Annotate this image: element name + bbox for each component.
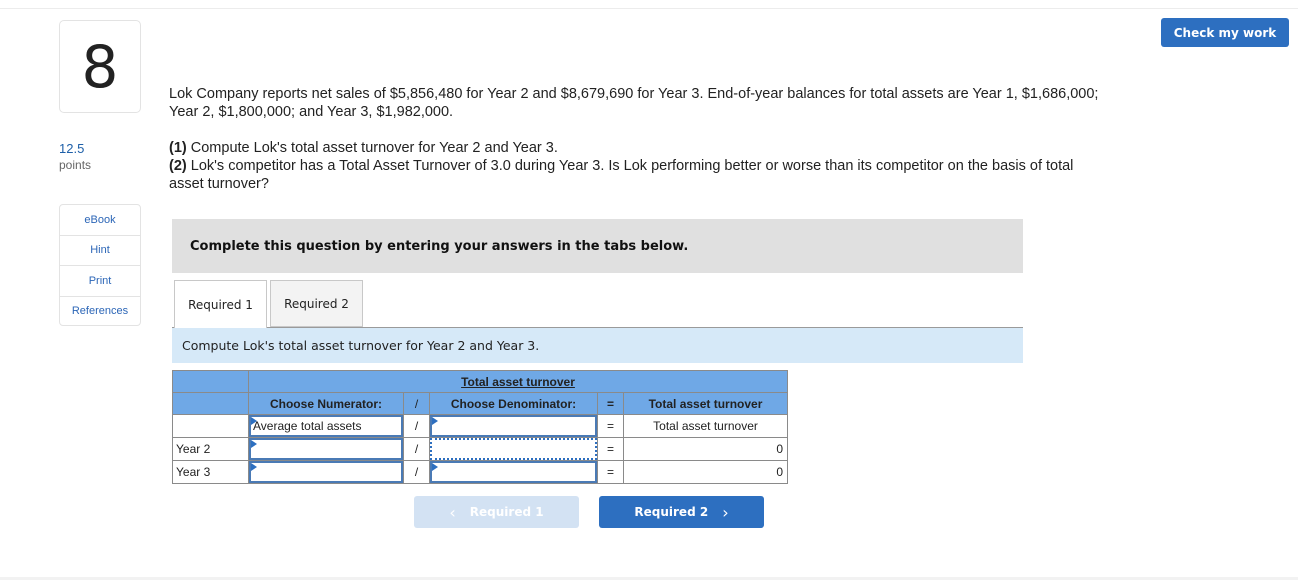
equals-sign: = — [597, 437, 624, 461]
result-header: Total asset turnover — [623, 392, 788, 415]
numerator-header: Choose Numerator: — [248, 392, 404, 415]
numerator-input-year-2[interactable] — [249, 438, 403, 460]
divide-sign: / — [403, 460, 430, 484]
dropdown-flag-icon — [251, 440, 257, 448]
previous-required-button[interactable]: ‹ Required 1 — [414, 496, 579, 528]
problem-statement: Lok Company reports net sales of $5,856,… — [169, 85, 1109, 193]
denominator-input-year-2[interactable] — [430, 438, 597, 460]
references-label: References — [71, 304, 129, 317]
equals-sign: = — [597, 460, 624, 484]
resource-links: eBook Hint Print References — [59, 204, 141, 326]
part-2-text: Lok's competitor has a Total Asset Turno… — [169, 158, 1074, 192]
numerator-value: Average total assets — [253, 419, 362, 433]
points-label: points — [59, 158, 92, 172]
part-2-label: (2) — [169, 158, 187, 174]
denominator-select[interactable] — [430, 415, 597, 437]
requirement-description: Compute Lok's total asset turnover for Y… — [172, 328, 1023, 363]
dropdown-flag-icon — [251, 463, 257, 471]
divide-header: / — [403, 392, 430, 415]
table-title: Total asset turnover — [248, 370, 788, 393]
dropdown-flag-icon — [251, 417, 257, 425]
tab-required-1[interactable]: Required 1 — [174, 280, 267, 328]
instructions-text: Complete this question by entering your … — [190, 238, 689, 254]
dropdown-flag-icon — [432, 417, 438, 425]
print-label: Print — [88, 274, 112, 287]
title-blank-cell — [172, 370, 249, 393]
table-title-row: Total asset turnover — [172, 370, 788, 393]
hint-label: Hint — [90, 244, 110, 257]
question-number: 8 — [59, 20, 141, 113]
instructions-banner: Complete this question by entering your … — [172, 219, 1023, 273]
chevron-right-icon: › — [722, 502, 729, 522]
previous-label: Required 1 — [469, 505, 544, 519]
numerator-select[interactable]: Average total assets — [249, 415, 403, 437]
problem-part-1: (1) Compute Lok's total asset turnover f… — [169, 139, 1109, 157]
hint-link[interactable]: Hint — [60, 236, 140, 266]
points-value: 12.5 — [59, 141, 85, 156]
divide-sign: / — [403, 414, 430, 438]
part-1-label: (1) — [169, 140, 187, 156]
table-row: Year 3 / = 0 — [172, 460, 788, 484]
references-link[interactable]: References — [60, 297, 140, 325]
header-blank-cell — [172, 392, 249, 415]
part-1-text: Compute Lok's total asset turnover for Y… — [186, 140, 558, 156]
ebook-label: eBook — [84, 213, 116, 226]
result-value-year-2: 0 — [623, 437, 788, 461]
row-label: Year 3 — [172, 460, 249, 484]
divide-sign: / — [403, 437, 430, 461]
table-row: Year 2 / = 0 — [172, 437, 788, 461]
requirement-description-text: Compute Lok's total asset turnover for Y… — [182, 338, 540, 353]
ratio-table: Total asset turnover Choose Numerator: /… — [172, 370, 788, 484]
top-divider — [0, 8, 1298, 9]
numerator-input-year-3[interactable] — [249, 461, 403, 483]
requirement-tabs: Required 1 Required 2 — [174, 280, 363, 328]
tab-required-1-label: Required 1 — [188, 297, 253, 312]
row-label: Year 2 — [172, 437, 249, 461]
denominator-header: Choose Denominator: — [429, 392, 598, 415]
row-label — [172, 414, 249, 438]
table-row: Average total assets / = Total asset tur… — [172, 414, 788, 438]
equals-sign: = — [597, 414, 624, 438]
equals-header: = — [597, 392, 624, 415]
ebook-link[interactable]: eBook — [60, 205, 140, 236]
chevron-left-icon: ‹ — [449, 502, 456, 522]
result-value-year-3: 0 — [623, 460, 788, 484]
problem-intro: Lok Company reports net sales of $5,856,… — [169, 86, 1099, 120]
dropdown-flag-icon — [432, 463, 438, 471]
problem-part-2: (2) Lok's competitor has a Total Asset T… — [169, 157, 1109, 193]
denominator-input-year-3[interactable] — [430, 461, 597, 483]
tab-required-2-label: Required 2 — [284, 296, 349, 311]
result-label: Total asset turnover — [623, 414, 788, 438]
tab-required-2[interactable]: Required 2 — [270, 280, 363, 327]
print-link[interactable]: Print — [60, 266, 140, 297]
check-my-work-button[interactable]: Check my work — [1161, 18, 1289, 47]
next-label: Required 2 — [634, 505, 709, 519]
table-header-row: Choose Numerator: / Choose Denominator: … — [172, 392, 788, 415]
next-required-button[interactable]: Required 2 › — [599, 496, 764, 528]
